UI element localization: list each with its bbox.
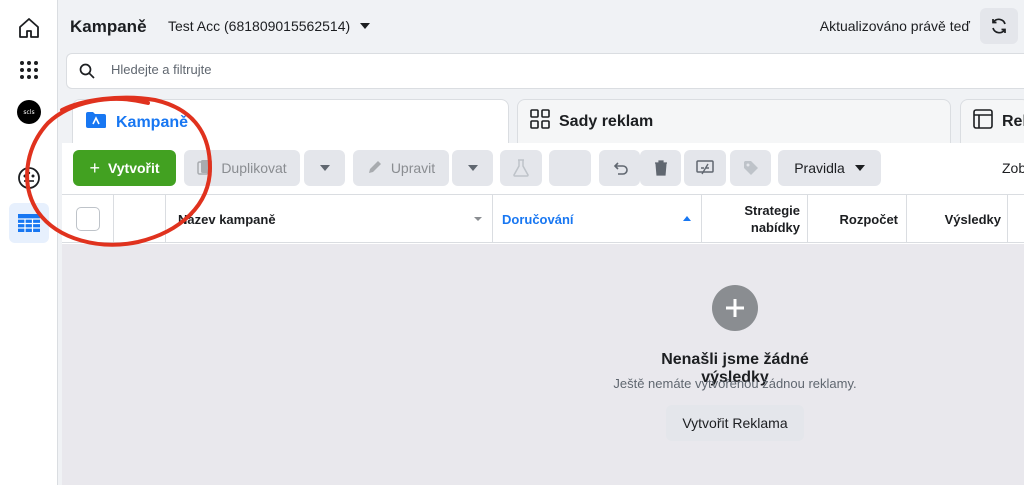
- column-campaign-name[interactable]: Název kampaně: [166, 195, 493, 243]
- toggle-column: [114, 195, 166, 243]
- account-avatar[interactable]: scls: [9, 92, 49, 132]
- trash-icon: [654, 160, 667, 176]
- grid-icon: [530, 109, 550, 134]
- rules-label: Pravidla: [794, 160, 845, 176]
- tab-label: Kampaně: [116, 113, 189, 131]
- delete-disabled-button[interactable]: [549, 150, 591, 186]
- column-results[interactable]: Výsledky: [907, 195, 1008, 243]
- column-label: Doručování: [502, 211, 574, 227]
- plus-icon: +: [89, 158, 100, 178]
- create-ad-button[interactable]: Vytvořit Reklama: [666, 405, 804, 441]
- apps-grid-icon[interactable]: [9, 50, 49, 90]
- undo-button[interactable]: [599, 150, 640, 186]
- updated-status: Aktualizováno právě teď: [819, 18, 970, 34]
- ad-icon: [973, 109, 993, 134]
- table-header: Název kampaně Doručování Strategie nabíd…: [62, 195, 1024, 243]
- tab-ads[interactable]: Rek: [960, 99, 1024, 143]
- column-budget[interactable]: Rozpočet: [808, 195, 907, 243]
- caret-down-icon: [319, 165, 330, 171]
- folder-icon: [85, 111, 107, 134]
- empty-state: Nenašli jsme žádné výsledky Ještě nemáte…: [62, 244, 1024, 485]
- refresh-icon: [992, 18, 1006, 34]
- select-all-cell: [62, 195, 114, 243]
- duplicate-button[interactable]: Duplikovat: [184, 150, 300, 186]
- edit-label: Upravit: [390, 160, 436, 176]
- create-button[interactable]: + Vytvořit: [73, 150, 176, 186]
- view-setup-button[interactable]: Zob: [1002, 160, 1024, 176]
- trash-button[interactable]: [640, 150, 681, 186]
- account-name: Test Acc (681809015562514): [168, 18, 351, 34]
- search-bar: [66, 53, 1024, 89]
- create-label: Vytvořit: [107, 160, 160, 176]
- table-view-icon[interactable]: [9, 203, 49, 243]
- caret-down-icon: [467, 165, 478, 171]
- search-icon: [79, 63, 95, 82]
- pencil-icon: [367, 159, 383, 178]
- caret-down-icon: [854, 165, 865, 171]
- search-input[interactable]: [111, 62, 911, 77]
- select-all-checkbox[interactable]: [76, 207, 100, 231]
- avatar-text: scls: [17, 100, 41, 124]
- column-label: Název kampaně: [178, 211, 276, 227]
- tag-button[interactable]: [730, 150, 771, 186]
- add-icon: [712, 285, 758, 331]
- column-label: Rozpočet: [839, 211, 899, 227]
- tag-icon: [743, 161, 758, 175]
- refresh-button[interactable]: [980, 8, 1018, 44]
- campaigns-panel: + Vytvořit Duplikovat Upravit Pravidla Z…: [62, 143, 1024, 485]
- tab-label: Sady reklam: [559, 112, 654, 130]
- duplicate-icon: [197, 159, 213, 178]
- home-icon[interactable]: [9, 8, 49, 48]
- tab-label: Rek: [1002, 112, 1024, 130]
- test-button[interactable]: [500, 150, 542, 186]
- flask-icon: [513, 159, 529, 177]
- tab-campaigns[interactable]: Kampaně: [72, 99, 509, 145]
- ab-test-icon: [696, 160, 714, 175]
- header: Kampaně Test Acc (681809015562514) Aktua…: [58, 0, 1024, 52]
- tab-ad-sets[interactable]: Sady reklam: [517, 99, 951, 143]
- rules-button[interactable]: Pravidla: [778, 150, 881, 186]
- left-rail: scls: [0, 0, 58, 485]
- duplicate-dropdown[interactable]: [304, 150, 345, 186]
- edit-dropdown[interactable]: [452, 150, 493, 186]
- sort-icon: [474, 217, 482, 221]
- column-label: Strategie nabídky: [744, 203, 800, 235]
- toolbar: + Vytvořit Duplikovat Upravit Pravidla Z…: [62, 143, 1024, 195]
- column-bid-strategy[interactable]: Strategie nabídky: [702, 195, 808, 243]
- ab-test-button[interactable]: [684, 150, 726, 186]
- account-selector[interactable]: Test Acc (681809015562514): [168, 18, 371, 34]
- column-delivery[interactable]: Doručování: [493, 195, 702, 243]
- page-title: Kampaně: [70, 17, 147, 36]
- duplicate-label: Duplikovat: [221, 160, 287, 176]
- empty-subtitle: Ještě nemáte vytvořenou žádnou reklamy.: [613, 376, 857, 391]
- caret-down-icon: [360, 23, 371, 29]
- undo-icon: [613, 162, 628, 175]
- emoji-icon[interactable]: [9, 158, 49, 198]
- column-label: Výsledky: [944, 211, 1001, 227]
- edit-button[interactable]: Upravit: [353, 150, 449, 186]
- sort-asc-icon: [683, 216, 691, 221]
